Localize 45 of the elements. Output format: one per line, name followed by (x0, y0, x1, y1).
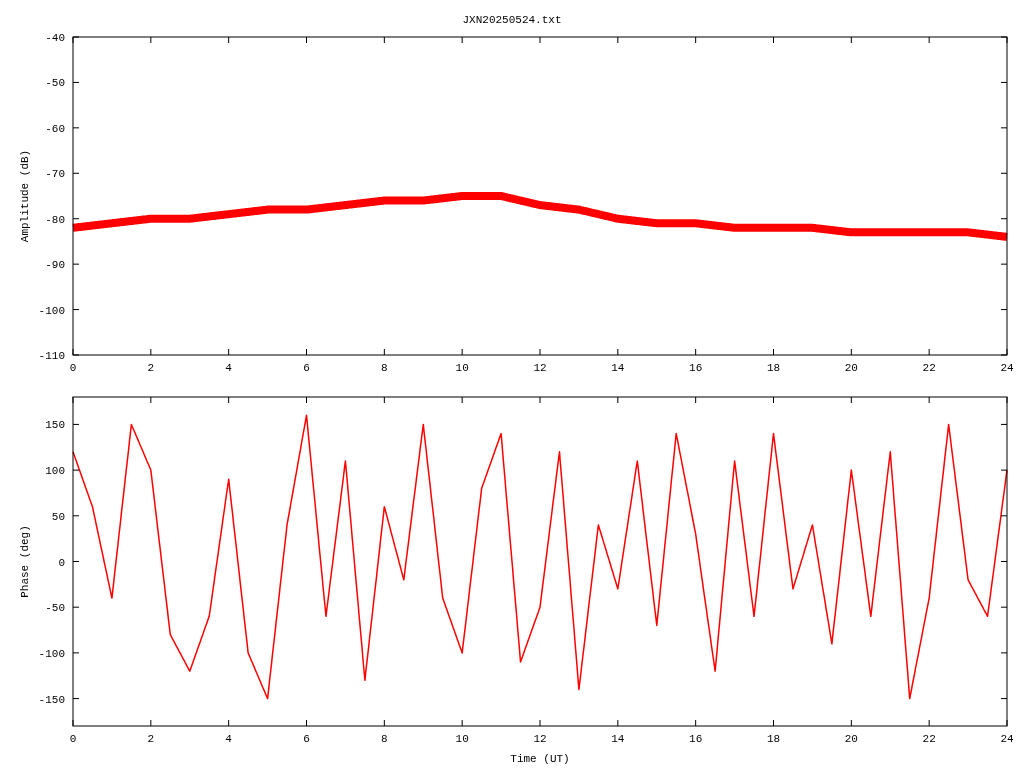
x-tick-label: 2 (147, 733, 155, 745)
y-tick-label: -100 (38, 647, 65, 660)
x-tick-label: 4 (225, 362, 232, 374)
x-tick-label: 18 (766, 362, 781, 374)
y-tick-label: -50 (45, 77, 65, 90)
y-tick-label: -90 (45, 259, 65, 272)
y-tick-label: -150 (38, 693, 65, 706)
x-tick-label: 4 (225, 733, 232, 745)
y-tick-label: 100 (45, 465, 65, 478)
y-tick-label: -50 (45, 602, 65, 615)
x-tick-label: 8 (381, 733, 388, 745)
x-tick-label: 0 (69, 362, 77, 374)
x-tick-label: 20 (844, 362, 858, 374)
x-tick-label: 16 (689, 362, 703, 374)
x-tick-label: 10 (455, 362, 469, 374)
x-tick-label: 22 (922, 362, 936, 374)
x-tick-label: 14 (611, 733, 625, 745)
x-tick-label: 12 (533, 362, 547, 374)
y-tick-label: -80 (45, 213, 65, 226)
x-tick-label: 24 (1000, 362, 1014, 374)
y-tick-label: 150 (45, 419, 65, 432)
y-tick-label: -70 (45, 168, 65, 181)
x-tick-label: 6 (303, 733, 310, 745)
y-axis-label: Phase (deg) (19, 525, 31, 598)
y-axis-label: Amplitude (dB) (19, 149, 31, 243)
x-tick-label: 14 (611, 362, 625, 374)
y-tick-label: -100 (38, 304, 65, 317)
y-tick-label: -110 (38, 350, 65, 362)
x-tick-label: 20 (844, 733, 858, 745)
x-tick-label: 24 (1000, 733, 1014, 745)
x-tick-label: 0 (69, 733, 77, 745)
chart-title: JXN20250524.txt (462, 15, 562, 28)
y-tick-label: -40 (45, 32, 65, 44)
x-tick-label: 12 (533, 733, 547, 745)
x-tick-label: 6 (303, 362, 310, 374)
y-tick-label: 0 (58, 556, 65, 569)
x-tick-label: 10 (455, 733, 469, 745)
y-tick-label: -60 (45, 122, 65, 135)
x-axis-label: Time (UT) (510, 753, 570, 765)
x-tick-label: 22 (922, 733, 936, 745)
y-tick-label: 50 (51, 510, 65, 523)
x-tick-label: 16 (689, 733, 703, 745)
x-tick-label: 8 (381, 362, 388, 374)
x-tick-label: 18 (766, 733, 781, 745)
x-tick-label: 2 (147, 362, 155, 374)
